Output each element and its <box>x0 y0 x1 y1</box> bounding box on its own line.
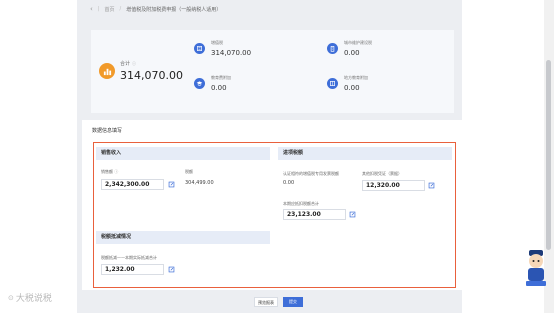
section-title: 数据信息填写 <box>92 128 123 134</box>
watermark: ⊙ 大税说税 <box>8 291 52 305</box>
deductible-total-label: 本期应抵扣税额合计 <box>283 201 319 206</box>
tax-summary-card: 合计 ⓘ 314,070.00 增值税 314,070.00 城市维护建设税 0.… <box>91 30 454 113</box>
summary-total-value: 314,070.00 <box>120 69 183 82</box>
graduation-cap-icon <box>194 78 205 89</box>
input-tax-section-title: 进项税额 <box>278 147 452 160</box>
tax-value: 304,499.00 <box>185 180 214 186</box>
summary-item-vat: 增值税 314,070.00 <box>194 40 251 57</box>
edit-icon[interactable] <box>168 181 175 188</box>
summary-item-value: 0.00 <box>211 84 227 92</box>
edit-icon[interactable] <box>428 182 435 189</box>
deduction-field[interactable]: 1,232.00 <box>101 264 164 275</box>
info-icon[interactable]: ⓘ <box>114 169 118 174</box>
sales-amount-label: 销售额 ⓘ <box>101 169 119 174</box>
summary-item-label: 城市维护建设税 <box>344 40 372 45</box>
reduction-section-title: 税额抵减情况 <box>96 231 270 244</box>
summary-item-label: 增值税 <box>211 40 223 45</box>
summary-item-education: 教育费附加 0.00 <box>194 75 231 92</box>
highlight-frame: 销售收入 销售额 ⓘ 2,342,300.00 税额 304,499.00 税额… <box>93 142 456 288</box>
summary-item-urban-tax: 城市维护建设税 0.00 <box>327 40 372 57</box>
scrollbar-thumb[interactable] <box>546 60 551 250</box>
reduction-section: 税额抵减情况 税额抵减——本期实际抵减合计 1,232.00 <box>96 231 270 285</box>
summary-total: 合计 ⓘ 314,070.00 <box>99 60 183 82</box>
back-icon[interactable]: ‹ <box>90 5 93 13</box>
preview-report-button[interactable]: 预览报表 <box>254 297 278 307</box>
edit-icon[interactable] <box>168 266 175 273</box>
bar-chart-icon <box>99 63 115 79</box>
summary-item-value: 314,070.00 <box>211 49 252 57</box>
book-icon <box>327 78 338 89</box>
other-voucher-label: 其他扣税凭证（票据） <box>362 171 402 176</box>
info-icon[interactable]: ⓘ <box>132 61 136 67</box>
breadcrumb: ‹ | 首页 / 增值税及附加税费申报（一般纳税人适用） <box>90 3 221 15</box>
tax-label: 税额 <box>185 169 193 174</box>
sales-section-title: 销售收入 <box>96 147 270 160</box>
left-panel <box>0 0 77 313</box>
certified-invoice-value: 0.00 <box>283 180 295 186</box>
deduction-label: 税额抵减——本期实际抵减合计 <box>101 255 157 260</box>
breadcrumb-home[interactable]: 首页 <box>105 6 115 13</box>
summary-total-label: 合计 <box>120 61 131 67</box>
watermark-logo-icon: ⊙ <box>8 293 14 302</box>
other-voucher-field[interactable]: 12,320.00 <box>362 180 425 191</box>
data-entry-card: 数据信息填写 销售收入 销售额 ⓘ 2,342,300.00 税额 304,49… <box>82 120 462 290</box>
summary-item-value: 0.00 <box>344 49 360 57</box>
edit-icon[interactable] <box>349 211 356 218</box>
sales-amount-field[interactable]: 2,342,300.00 <box>101 179 164 190</box>
breadcrumb-separator-icon: / <box>119 6 122 12</box>
certified-invoice-label: 认证相符的增值税专用发票税额 <box>283 171 339 176</box>
separator: | <box>97 6 100 12</box>
input-tax-section: 进项税额 认证相符的增值税专用发票税额 0.00 其他扣税凭证（票据） 12,3… <box>278 147 452 227</box>
sales-section: 销售收入 销售额 ⓘ 2,342,300.00 税额 304,499.00 <box>96 147 270 227</box>
breadcrumb-current: 增值税及附加税费申报（一般纳税人适用） <box>126 6 222 13</box>
summary-item-local-education: 地方教育附加 0.00 <box>327 75 368 92</box>
building-icon <box>327 43 338 54</box>
deductible-total-field[interactable]: 23,123.00 <box>283 209 346 220</box>
submit-button[interactable]: 提交 <box>283 297 303 307</box>
summary-item-value: 0.00 <box>344 84 360 92</box>
watermark-text: 大税说税 <box>15 294 52 304</box>
summary-item-label: 地方教育附加 <box>344 75 368 80</box>
invoice-icon <box>194 43 205 54</box>
assistant-mascot-icon[interactable] <box>524 249 548 287</box>
summary-item-label: 教育费附加 <box>211 75 231 80</box>
